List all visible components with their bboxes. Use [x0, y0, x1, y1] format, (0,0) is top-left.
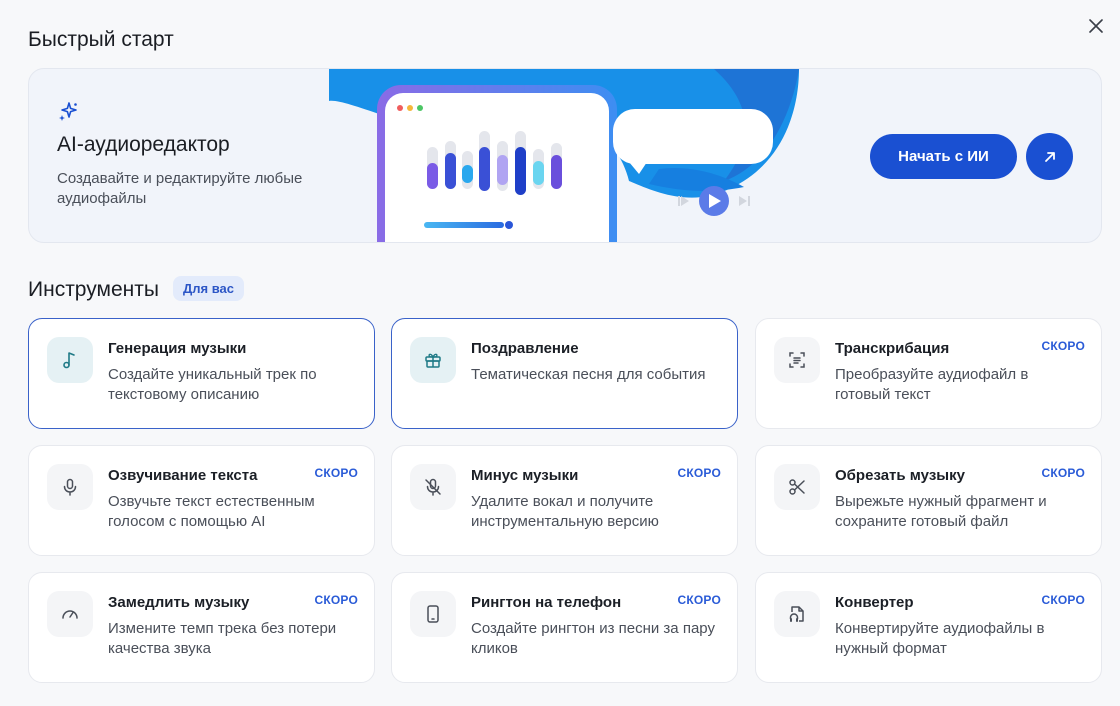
speedometer-icon: [62, 610, 78, 619]
hero-banner: AI-аудиоредактор Создавайте и редактируй…: [28, 68, 1102, 243]
phone-icon: [427, 605, 439, 623]
mic-off-icon: [425, 478, 441, 496]
audio-file-icon: [789, 606, 804, 622]
card-description: Создайте рингтон из песни за пару кликов: [471, 620, 715, 657]
start-with-ai-button[interactable]: Начать с ИИ: [870, 134, 1017, 179]
soon-badge: СКОРО: [1041, 339, 1085, 353]
scissors-icon: [789, 479, 805, 495]
card-icon-container: [47, 464, 93, 510]
card-description: Конвертируйте аудиофайлы в нужный формат: [835, 620, 1045, 657]
card-icon-container: [774, 337, 820, 383]
card-icon-container: [47, 591, 93, 637]
tool-card-cut-music[interactable]: Обрезать музыку Вырежьте нужный фрагмент…: [755, 445, 1102, 556]
soon-badge: СКОРО: [1041, 593, 1085, 607]
tool-card-slow-music[interactable]: Замедлить музыку Измените темп трека без…: [28, 572, 375, 683]
card-icon-container: [410, 464, 456, 510]
transcribe-icon: [789, 352, 805, 368]
sparkle-icon: [59, 102, 77, 121]
tool-card-transcription[interactable]: Транскрибация Преобразуйте аудиофайл в г…: [755, 318, 1102, 429]
card-title: Озвучивание текста: [108, 467, 258, 484]
tool-card-greeting[interactable]: Поздравление Тематическая песня для собы…: [391, 318, 738, 429]
soon-badge: СКОРО: [677, 593, 721, 607]
card-description: Тематическая песня для события: [471, 366, 706, 383]
card-description: Вырежьте нужный фрагмент и сохраните гот…: [835, 493, 1047, 530]
card-icon-container: [410, 591, 456, 637]
hero-illustration: [329, 69, 799, 242]
card-title: Поздравление: [471, 340, 579, 357]
card-icon-container: [410, 337, 456, 383]
music-note-icon: [63, 352, 75, 369]
dialog-title: Быстрый старт: [28, 28, 174, 51]
microphone-icon: [63, 478, 77, 496]
card-description: Преобразуйте аудиофайл в готовый текст: [835, 366, 1029, 403]
hero-description: Создавайте и редактируйте любые аудиофай…: [57, 170, 303, 207]
soon-badge: СКОРО: [314, 593, 358, 607]
for-you-badge: Для вас: [173, 276, 244, 301]
card-title: Минус музыки: [471, 467, 579, 484]
tool-card-converter[interactable]: Конвертер Конвертируйте аудиофайлы в нуж…: [755, 572, 1102, 683]
tool-card-ringtone[interactable]: Рингтон на телефон Создайте рингтон из п…: [391, 572, 738, 683]
card-title: Замедлить музыку: [108, 594, 250, 611]
close-button[interactable]: [1084, 14, 1108, 38]
soon-badge: СКОРО: [314, 466, 358, 480]
card-title: Обрезать музыку: [835, 467, 965, 484]
card-title: Конвертер: [835, 594, 914, 611]
card-icon-container: [47, 337, 93, 383]
open-editor-button[interactable]: [1026, 133, 1073, 180]
card-title: Транскрибация: [835, 340, 950, 357]
tools-title: Инструменты: [28, 278, 159, 301]
card-description: Создайте уникальный трек по текстовому о…: [108, 366, 317, 403]
card-icon-container: [774, 591, 820, 637]
tool-card-music-generation[interactable]: Генерация музыки Создайте уникальный тре…: [28, 318, 375, 429]
card-description: Удалите вокал и получите инструментальну…: [471, 493, 659, 530]
soon-badge: СКОРО: [1041, 466, 1085, 480]
soon-badge: СКОРО: [677, 466, 721, 480]
card-title: Рингтон на телефон: [471, 594, 622, 611]
card-icon-container: [774, 464, 820, 510]
card-description: Измените темп трека без потери качества …: [108, 620, 337, 657]
card-description: Озвучьте текст естественным голосом с по…: [108, 493, 315, 530]
close-icon: [1089, 19, 1103, 33]
tool-card-vocal-remover[interactable]: Минус музыки Удалите вокал и получите ин…: [391, 445, 738, 556]
gift-icon: [425, 353, 441, 368]
hero-title: AI-аудиоредактор: [57, 133, 230, 156]
arrow-up-right-icon: [1044, 151, 1055, 162]
tool-card-text-to-speech[interactable]: Озвучивание текста Озвучьте текст естест…: [28, 445, 375, 556]
card-title: Генерация музыки: [108, 340, 247, 357]
